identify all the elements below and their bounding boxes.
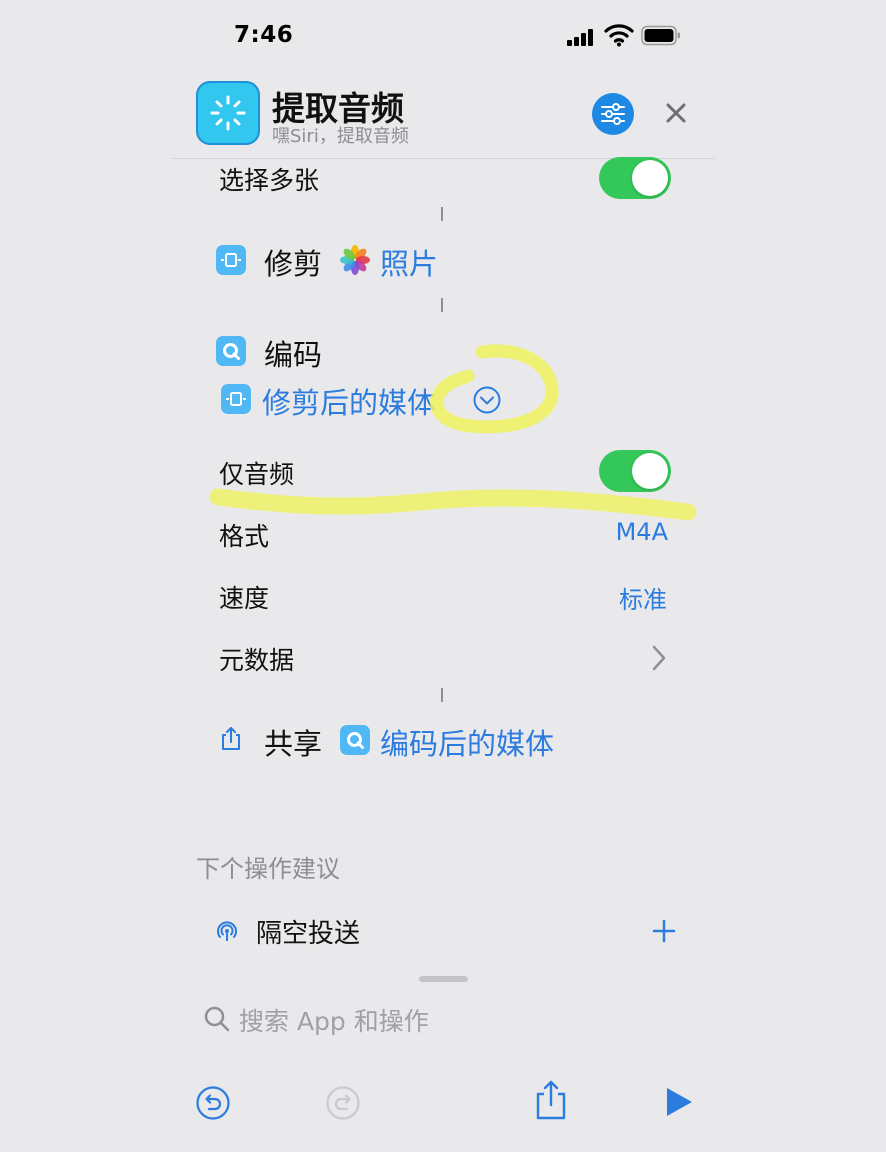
encode-action-title: 编码	[264, 338, 323, 372]
chevron-down-icon[interactable]	[472, 385, 502, 415]
share-input-token[interactable]: 编码后的媒体	[380, 721, 554, 763]
encode-input-token[interactable]: 修剪后的媒体	[262, 380, 436, 422]
chevron-right-icon[interactable]	[650, 644, 668, 672]
film-trim-icon	[226, 392, 246, 406]
action-connector	[441, 207, 443, 221]
film-trim-icon	[221, 253, 241, 267]
trim-action-icon	[216, 245, 246, 275]
share-icon[interactable]	[533, 1079, 569, 1121]
search-icon	[204, 1006, 230, 1032]
format-label: 格式	[219, 522, 270, 551]
close-icon[interactable]	[662, 99, 690, 127]
metadata-label[interactable]: 元数据	[219, 641, 294, 677]
settings-button[interactable]	[592, 93, 634, 135]
trim-input-token[interactable]: 照片	[380, 241, 438, 283]
sliders-icon	[601, 103, 625, 125]
siri-phrase: 嘿Siri，提取音频	[272, 126, 409, 147]
select-multiple-label: 选择多张	[219, 166, 320, 195]
undo-icon[interactable]	[195, 1085, 231, 1121]
shortcut-app-icon[interactable]	[196, 81, 260, 145]
audio-only-toggle[interactable]	[599, 450, 671, 492]
action-connector	[441, 298, 443, 312]
battery-icon	[641, 25, 680, 46]
trim-action-title: 修剪	[264, 247, 323, 281]
airdrop-icon	[217, 921, 237, 941]
speed-label: 速度	[219, 584, 270, 613]
encode-action-icon	[216, 336, 246, 366]
wifi-icon	[604, 24, 634, 47]
share-action-title: 共享	[264, 727, 323, 761]
cellular-signal-icon	[567, 28, 593, 46]
suggestions-header: 下个操作建议	[196, 855, 340, 883]
trim-result-icon	[221, 384, 251, 414]
search-input[interactable]: 搜索 App 和操作	[239, 1002, 429, 1038]
quicktime-icon	[223, 343, 240, 360]
plus-icon[interactable]	[652, 919, 676, 943]
play-icon[interactable]	[664, 1086, 694, 1118]
audio-only-label: 仅音频	[219, 460, 295, 489]
redo-icon[interactable]	[325, 1085, 361, 1121]
speed-value[interactable]: 标准	[619, 580, 667, 615]
sheet-grabber[interactable]	[419, 976, 468, 982]
quicktime-icon	[347, 732, 364, 749]
format-value[interactable]: M4A	[616, 518, 668, 546]
select-multiple-toggle[interactable]	[599, 157, 671, 199]
action-connector	[441, 688, 443, 702]
suggestion-label: 隔空投送	[256, 919, 361, 949]
photos-flower-icon	[340, 245, 370, 275]
status-time: 7:46	[234, 22, 294, 48]
suggestion-item-airdrop[interactable]: 隔空投送	[196, 906, 690, 958]
magic-wand-icon	[210, 95, 246, 131]
encode-result-icon	[340, 725, 370, 755]
share-icon	[222, 727, 240, 750]
